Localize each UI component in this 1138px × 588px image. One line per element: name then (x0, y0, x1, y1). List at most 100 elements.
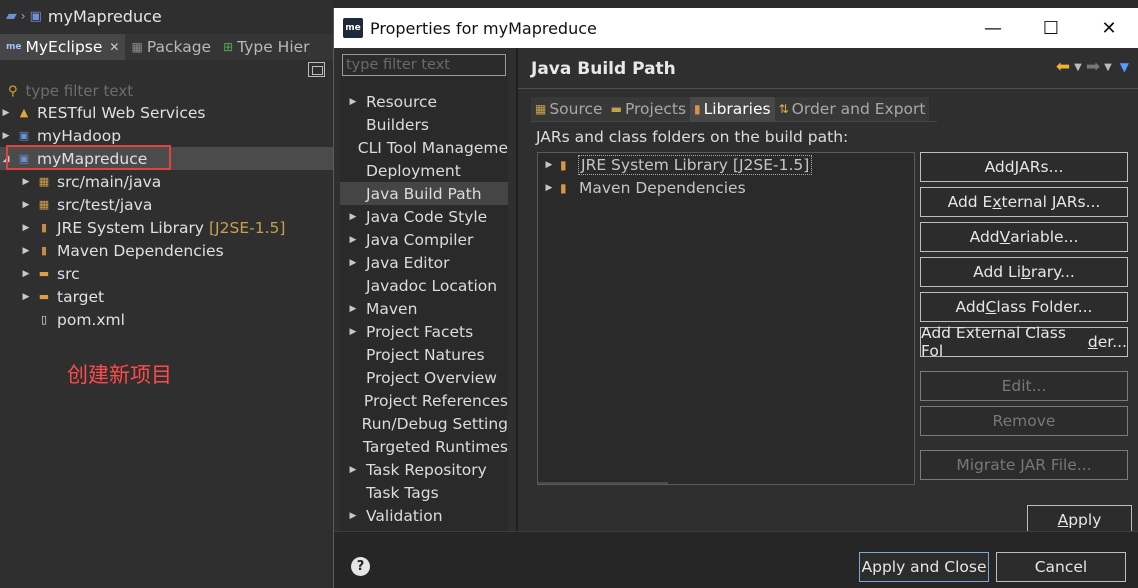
nav-item[interactable]: Javadoc Location (340, 274, 508, 297)
chevron-right-icon[interactable]: ▶ (340, 235, 366, 245)
tab-order-export[interactable]: ⇅ Order and Export (775, 97, 930, 121)
tree-item-myhadoop[interactable]: ▶ ▣ myHadoop (0, 124, 333, 147)
tree-item-label: RESTful Web Services (37, 103, 206, 122)
cancel-button[interactable]: Cancel (996, 552, 1126, 582)
nav-item[interactable]: ▶ Resource (340, 90, 508, 113)
nav-item[interactable]: Targeted Runtimes (340, 435, 508, 458)
tree-item-src[interactable]: ▶ ▬ src (0, 262, 333, 285)
help-icon[interactable]: ? (351, 557, 370, 576)
tree-item-restful[interactable]: ▶ ▲ RESTful Web Services (0, 101, 333, 124)
file-icon: ▯ (40, 313, 48, 326)
nav-item[interactable]: ▶ Project Facets (340, 320, 508, 343)
chevron-right-icon[interactable]: ▶ (20, 292, 32, 302)
button-label-pre: Add Li (973, 263, 1022, 281)
chevron-right-icon[interactable]: ▶ (340, 258, 366, 268)
chevron-right-icon[interactable]: ▶ (340, 304, 366, 314)
hierarchy-icon: ⊞ (223, 40, 234, 54)
tree-item-maven-dependencies[interactable]: ▶ ▮ Maven Dependencies (0, 239, 333, 262)
library-item-jre[interactable]: ▶ ▮ JRE System Library [J2SE-1.5] (538, 154, 813, 176)
dialog-titlebar[interactable]: me Properties for myMapreduce — ☐ ✕ (334, 8, 1138, 48)
tab-projects[interactable]: ▬ Projects (607, 97, 690, 121)
nav-item[interactable]: Java Build Path (340, 182, 508, 205)
nav-item[interactable]: ▶ Validation (340, 504, 508, 527)
nav-item-label: Builders (366, 115, 429, 134)
nav-item[interactable]: ▶ Java Editor (340, 251, 508, 274)
remove-button[interactable]: Remove (920, 406, 1128, 436)
chevron-right-icon: › (20, 9, 26, 23)
horizontal-scrollbar[interactable] (538, 482, 668, 484)
nav-item[interactable]: ▶ Java Code Style (340, 205, 508, 228)
apply-and-close-button[interactable]: Apply and Close (859, 552, 989, 582)
tab-myeclipse[interactable]: me MyEclipse ✕ (0, 34, 126, 60)
button-label-post: rary... (1030, 263, 1075, 281)
breadcrumb-project[interactable]: myMapreduce (48, 7, 162, 26)
nav-item[interactable]: Task Tags (340, 481, 508, 504)
build-path-label: JARs and class folders on the build path… (536, 128, 849, 146)
library-icon: ▮ (40, 244, 48, 257)
add-variable-button[interactable]: Add Variable... (920, 222, 1128, 252)
chevron-right-icon[interactable]: ▶ (538, 160, 560, 170)
chevron-right-icon[interactable]: ▶ (340, 212, 366, 222)
nav-item[interactable]: Project Overview (340, 366, 508, 389)
tab-source[interactable]: ▦ Source (531, 97, 607, 121)
chevron-down-icon[interactable]: ▼ (1104, 62, 1112, 73)
chevron-right-icon[interactable]: ▶ (20, 200, 32, 210)
add-class-folder-button[interactable]: Add Class Folder... (920, 292, 1128, 322)
nav-item[interactable]: Project Natures (340, 343, 508, 366)
tab-type-hierarchy[interactable]: ⊞ Type Hier (217, 34, 315, 60)
nav-item[interactable]: ▶ Java Compiler (340, 228, 508, 251)
add-library-button[interactable]: Add Li b rary... (920, 257, 1128, 287)
edit-button[interactable]: Edit... (920, 371, 1128, 401)
library-icon: ▮ (560, 181, 567, 195)
back-arrow-icon[interactable]: ⬅ (1056, 57, 1070, 77)
forward-arrow-icon[interactable]: ➡ (1086, 57, 1100, 77)
tab-libraries[interactable]: ▮ Libraries (690, 97, 775, 121)
tree-item-jre-library[interactable]: ▶ ▮ JRE System Library [J2SE-1.5] (0, 216, 333, 239)
nav-filter-input[interactable]: type filter text (342, 54, 506, 76)
nav-item[interactable]: CLI Tool Manageme (340, 136, 508, 159)
collapse-all-icon[interactable] (308, 62, 325, 77)
nav-item-label: Project Facets (366, 322, 474, 341)
chevron-right-icon[interactable]: ▶ (340, 97, 366, 107)
nav-item[interactable]: Builders (340, 113, 508, 136)
tree-item-src-main-java[interactable]: ▶ ▦ src/main/java (0, 170, 333, 193)
chevron-right-icon[interactable]: ▶ (20, 223, 32, 233)
nav-item[interactable]: Deployment (340, 159, 508, 182)
nav-item[interactable]: ▶ Task Repository (340, 458, 508, 481)
chevron-right-icon[interactable]: ▶ (20, 246, 32, 256)
tree-item-target[interactable]: ▶ ▬ target (0, 285, 333, 308)
add-external-jars-button[interactable]: Add Ex ternal JARs... (920, 187, 1128, 217)
myeclipse-icon: me (6, 42, 22, 52)
maximize-button[interactable]: ☐ (1022, 8, 1080, 48)
nav-item-label: Project References (363, 391, 508, 410)
chevron-down-icon[interactable]: ▼ (1074, 62, 1082, 73)
chevron-right-icon[interactable]: ▶ (0, 108, 12, 118)
add-external-class-folder-button[interactable]: Add External Class Fol d er... (920, 324, 1128, 360)
tree-item-label: JRE System Library (57, 218, 204, 237)
chevron-right-icon[interactable]: ▶ (340, 327, 366, 337)
nav-item[interactable]: Run/Debug Setting (340, 412, 508, 435)
apply-label: pply (1068, 511, 1102, 529)
libraries-tree[interactable]: ▶ ▮ JRE System Library [J2SE-1.5] ▶ ▮ Ma… (537, 152, 915, 485)
tree-item-pom[interactable]: ▯ pom.xml (0, 308, 333, 331)
tree-item-src-test-java[interactable]: ▶ ▦ src/test/java (0, 193, 333, 216)
tab-package[interactable]: ▦ Package (125, 34, 217, 60)
minimize-button[interactable]: — (964, 8, 1022, 48)
chevron-right-icon[interactable]: ▶ (0, 131, 12, 141)
chevron-right-icon[interactable]: ▶ (20, 269, 32, 279)
add-jars-button[interactable]: Add J ARs... (920, 152, 1128, 182)
chevron-right-icon[interactable]: ▶ (340, 511, 366, 521)
view-menu-icon[interactable]: ▼ (1120, 60, 1129, 74)
library-item-maven[interactable]: ▶ ▮ Maven Dependencies (538, 177, 746, 199)
tree-item-label: Maven Dependencies (57, 241, 224, 260)
nav-item[interactable]: ▶ Maven (340, 297, 508, 320)
nav-item-label: Maven (366, 299, 418, 318)
nav-item[interactable]: Project References (340, 389, 508, 412)
close-button[interactable]: ✕ (1080, 8, 1138, 48)
close-icon[interactable]: ✕ (109, 40, 119, 54)
chevron-right-icon[interactable]: ▶ (20, 177, 32, 187)
chevron-right-icon[interactable]: ▶ (340, 465, 366, 475)
tree-filter-input[interactable]: ⚲ type filter text (8, 81, 328, 101)
chevron-right-icon[interactable]: ▶ (538, 183, 560, 193)
migrate-jar-button[interactable]: Migrate JAR File... (920, 450, 1128, 480)
